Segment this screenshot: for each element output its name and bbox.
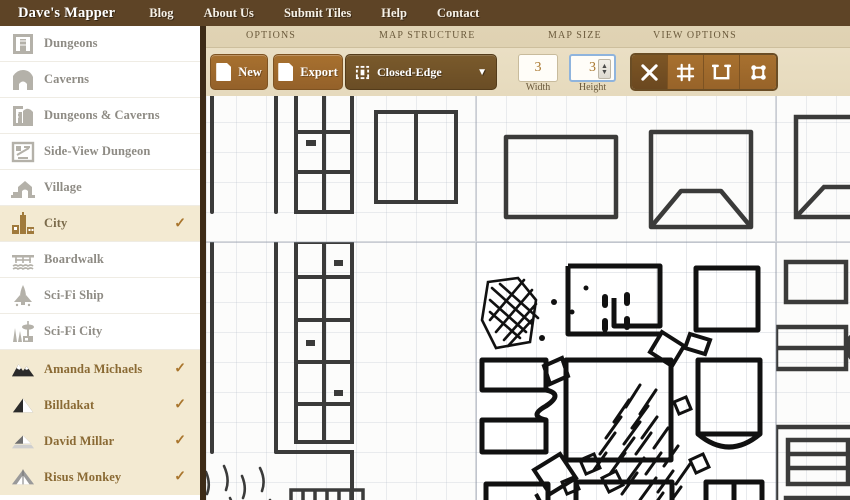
artist-label: Risus Monkey: [44, 469, 122, 484]
toolbar: OPTIONS MAP STRUCTURE MAP SIZE VIEW OPTI…: [206, 26, 850, 96]
sidebar-artist-risus-monkey[interactable]: Risus Monkey ✓: [0, 459, 200, 495]
nav-link-about-us[interactable]: About Us: [204, 6, 254, 21]
scifi-ship-icon: [10, 283, 36, 309]
artist-mountain-icon: [10, 428, 36, 454]
section-label-view-options: VIEW OPTIONS: [653, 30, 737, 41]
map-width-input[interactable]: 3: [518, 54, 558, 82]
sidebar-item-label: Side-View Dungeon: [44, 144, 151, 158]
nav-link-contact[interactable]: Contact: [437, 6, 479, 21]
map-tile[interactable]: [206, 242, 476, 500]
village-icon: [10, 175, 36, 201]
section-label-map-size: MAP SIZE: [548, 30, 602, 41]
nav-link-submit-tiles[interactable]: Submit Tiles: [284, 6, 351, 21]
cavern-icon: [10, 67, 36, 93]
frame-icon: [712, 64, 731, 79]
nav-link-help[interactable]: Help: [381, 6, 407, 21]
grid-icon: [676, 63, 695, 81]
map-tile-grid: [206, 26, 850, 500]
sidebar-item-label: Sci-Fi City: [44, 324, 103, 338]
sidebar-item-label: Dungeons & Caverns: [44, 108, 160, 122]
sidebar-item-caverns[interactable]: Caverns: [0, 62, 200, 98]
export-button[interactable]: Export: [273, 54, 343, 90]
sidebar-artist-billdakat[interactable]: Billdakat ✓: [0, 387, 200, 423]
map-type-list: Dungeons Caverns Dungeons & Caverns Side…: [0, 26, 200, 350]
new-button[interactable]: New: [210, 54, 268, 90]
dungeon-icon: [10, 31, 36, 57]
tile-border: [476, 242, 776, 500]
scifi-city-icon: [10, 319, 36, 345]
sidebar-item-label: Village: [44, 180, 82, 194]
nodes-icon: [750, 64, 766, 80]
view-option-frame-button[interactable]: [704, 55, 740, 89]
top-navigation-bar: Dave's Mapper Blog About Us Submit Tiles…: [0, 0, 850, 26]
sidebar-item-scifi-city[interactable]: Sci-Fi City: [0, 314, 200, 350]
city-icon: [10, 211, 36, 237]
map-height-input[interactable]: 3 ▲ ▼: [569, 54, 616, 82]
map-structure-dropdown[interactable]: Closed-Edge ▼: [345, 54, 497, 90]
artist-label: Billdakat: [44, 397, 95, 412]
map-width-value: 3: [534, 60, 542, 75]
map-tile[interactable]: [776, 242, 850, 500]
stepper-down-icon[interactable]: ▼: [601, 69, 608, 76]
artist-label: David Millar: [44, 433, 115, 448]
view-option-nodes-button[interactable]: [740, 55, 776, 89]
sidebar-item-label: Sci-Fi Ship: [44, 288, 104, 302]
page-icon: [216, 63, 232, 81]
tile-border: [776, 242, 850, 500]
export-button-label: Export: [300, 64, 338, 79]
toolbar-controls: New Export Closed-Edge ▼ 3 Width 3 ▲ ▼ H…: [206, 48, 850, 96]
map-height-caption: Height: [578, 82, 607, 93]
artist-mountain-icon: [10, 464, 36, 490]
sidebar-item-label: City: [44, 216, 68, 230]
map-structure-value: Closed-Edge: [377, 64, 442, 79]
artist-check: ✓: [174, 361, 186, 377]
sidebar-item-side-view-dungeon[interactable]: Side-View Dungeon: [0, 134, 200, 170]
artist-check: ✓: [174, 469, 186, 485]
chevron-down-icon: ▼: [477, 66, 487, 78]
map-width-caption: Width: [525, 82, 551, 93]
view-option-close-button[interactable]: [632, 55, 668, 89]
sidebar-item-city[interactable]: City ✓: [0, 206, 200, 242]
close-x-icon: [641, 63, 658, 81]
sidebar-item-scifi-ship[interactable]: Sci-Fi Ship: [0, 278, 200, 314]
sidebar-item-dungeons-caverns[interactable]: Dungeons & Caverns: [0, 98, 200, 134]
artist-list: Amanda Michaels ✓ Billdakat ✓ David Mill…: [0, 350, 200, 495]
toolbar-section-labels: OPTIONS MAP STRUCTURE MAP SIZE VIEW OPTI…: [206, 26, 850, 48]
artist-mountain-icon: [10, 356, 36, 382]
sidebar-item-check: ✓: [174, 216, 186, 231]
section-label-map-structure: MAP STRUCTURE: [379, 30, 476, 41]
dungeon-cavern-icon: [10, 103, 36, 129]
artist-check: ✓: [174, 397, 186, 413]
section-label-options: OPTIONS: [246, 30, 296, 41]
sidebar-item-dungeons[interactable]: Dungeons: [0, 26, 200, 62]
closed-edge-icon: [355, 65, 370, 79]
tile-border: [206, 242, 476, 500]
sidebar-item-label: Dungeons: [44, 36, 98, 50]
map-height-value: 3: [589, 60, 596, 75]
view-option-grid-button[interactable]: [668, 55, 704, 89]
sidebar-item-boardwalk[interactable]: Boardwalk: [0, 242, 200, 278]
nav-link-blog[interactable]: Blog: [149, 6, 173, 21]
dave-mapper-app: OPTIONS MAP STRUCTURE MAP SIZE VIEW OPTI…: [0, 0, 850, 500]
sidebar-artist-david-millar[interactable]: David Millar ✓: [0, 423, 200, 459]
sidebar-artist-amanda-michaels[interactable]: Amanda Michaels ✓: [0, 351, 200, 387]
artist-check: ✓: [174, 433, 186, 449]
side-view-dungeon-icon: [10, 139, 36, 165]
artist-mountain-icon: [10, 392, 36, 418]
sidebar-item-village[interactable]: Village: [0, 170, 200, 206]
site-logo[interactable]: Dave's Mapper: [18, 5, 115, 22]
sidebar-divider: [200, 26, 206, 500]
artist-label: Amanda Michaels: [44, 361, 143, 376]
map-tile-center[interactable]: [476, 242, 776, 500]
sidebar-item-label: Caverns: [44, 72, 90, 86]
view-options-group: [630, 53, 778, 91]
sidebar: Dungeons Caverns Dungeons & Caverns Side…: [0, 26, 200, 500]
boardwalk-icon: [10, 247, 36, 273]
map-height-stepper[interactable]: ▲ ▼: [598, 59, 611, 79]
new-button-label: New: [238, 64, 262, 79]
page-icon: [278, 63, 294, 81]
map-canvas[interactable]: [206, 26, 850, 500]
sidebar-item-label: Boardwalk: [44, 252, 104, 266]
